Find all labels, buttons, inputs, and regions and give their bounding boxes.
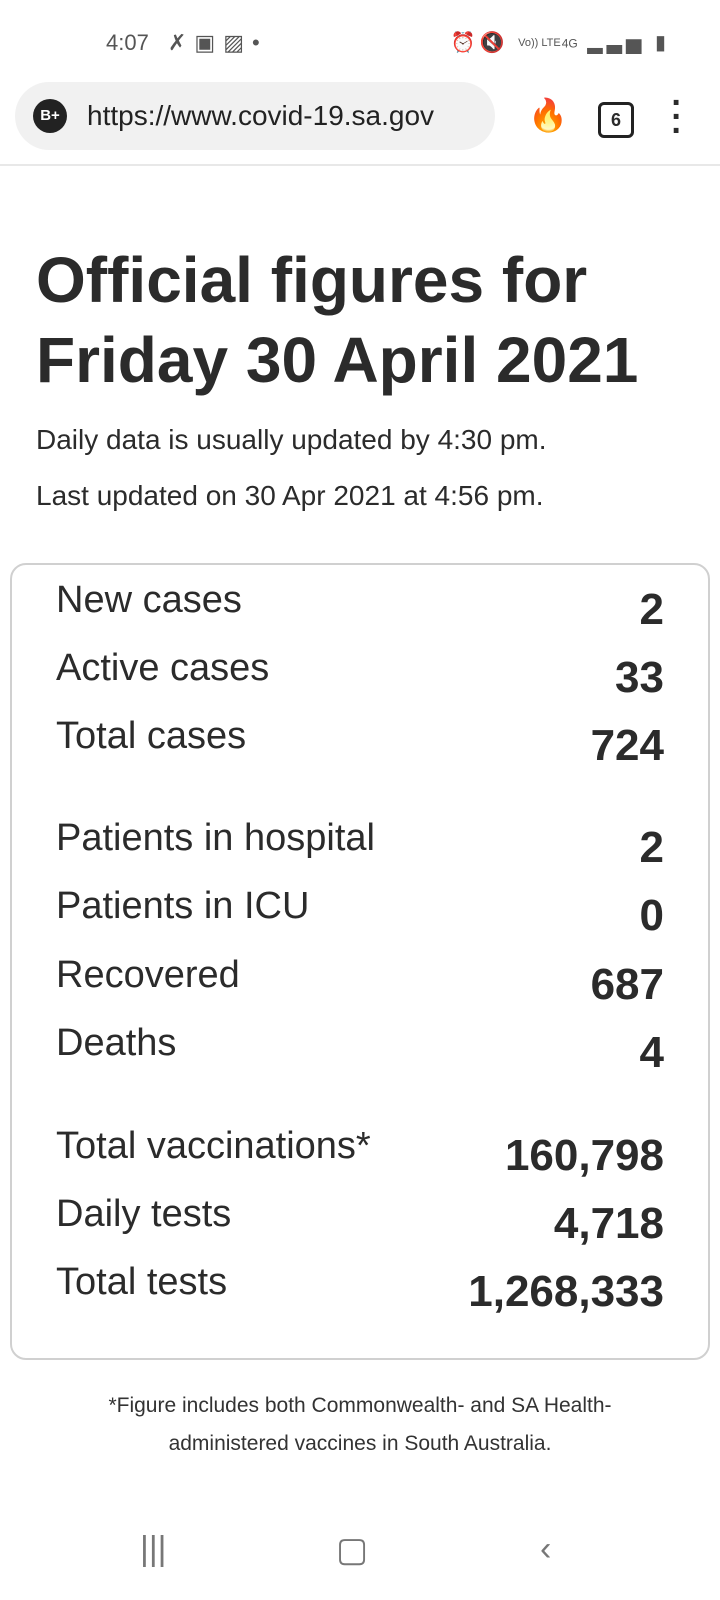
stat-label: Patients in hospital: [56, 817, 375, 859]
notification-icons: ✗▣▨•: [168, 30, 268, 55]
stat-value: 687: [590, 960, 664, 1009]
flame-icon[interactable]: 🔥: [528, 96, 568, 134]
back-button[interactable]: ‹: [540, 1530, 551, 1569]
signal-icon: ▂▃▅: [587, 32, 646, 54]
stat-row: Recovered 687: [56, 954, 664, 1014]
recent-apps-button[interactable]: |||: [140, 1530, 167, 1569]
battery-icon: ▮: [654, 32, 670, 54]
stat-value: 4,718: [553, 1199, 664, 1248]
stat-row: Total cases 724: [56, 715, 664, 775]
more-menu-icon[interactable]: · · ·: [670, 86, 684, 148]
stat-row: Total tests 1,268,333: [56, 1261, 664, 1321]
stat-row: Patients in ICU 0: [56, 885, 664, 945]
stat-value: 1,268,333: [468, 1267, 664, 1316]
4g-icon: 4G: [561, 36, 578, 51]
stat-label: Total tests: [56, 1261, 228, 1303]
divider: [0, 164, 720, 166]
stat-value: 160,798: [504, 1131, 664, 1180]
stat-label: Patients in ICU: [56, 885, 310, 927]
stat-label: New cases: [56, 579, 242, 621]
stat-label: Daily tests: [56, 1193, 232, 1235]
page-title: Official figures for Friday 30 April 202…: [36, 244, 639, 396]
stat-label: Total vaccinations*: [56, 1125, 371, 1167]
stat-label: Active cases: [56, 647, 270, 689]
last-updated: Last updated on 30 Apr 2021 at 4:56 pm.: [36, 480, 544, 511]
stat-value: 2: [639, 585, 664, 634]
mute-icon: 🔇: [479, 32, 509, 54]
stat-row: Daily tests 4,718: [56, 1193, 664, 1253]
stat-value: 724: [590, 721, 664, 770]
stat-label: Recovered: [56, 954, 240, 996]
stat-label: Total cases: [56, 715, 247, 757]
url-text[interactable]: https://www.covid-19.sa.gov: [87, 100, 487, 132]
footnote: *Figure includes both Commonwealth- and …: [108, 1394, 612, 1455]
stat-value: 4: [639, 1028, 664, 1077]
stat-row: Patients in hospital 2: [56, 817, 664, 877]
address-bar[interactable]: B+ https://www.covid-19.sa.gov: [15, 82, 495, 150]
home-button[interactable]: ▢: [336, 1530, 368, 1570]
stat-row: Total vaccinations* 160,798: [56, 1125, 664, 1185]
stat-label: Deaths: [56, 1022, 177, 1064]
stat-row: New cases 2: [56, 579, 664, 639]
browser-logo-icon: B+: [33, 99, 67, 133]
system-icons: ⏰🔇 Vo)) LTE 4G ▂▃▅ ▮: [451, 30, 670, 55]
figures-card: New cases 2 Active cases 33 Total cases 724 Pa…: [10, 563, 710, 1360]
stat-value: 2: [639, 823, 664, 872]
tab-switcher-button[interactable]: 6: [598, 102, 634, 138]
volte-icon: Vo)) LTE: [518, 37, 561, 50]
stat-value: 0: [639, 891, 664, 940]
status-bar: 4:07 ✗▣▨• ⏰🔇 Vo)) LTE 4G ▂▃▅ ▮: [0, 28, 720, 62]
stat-row: Active cases 33: [56, 647, 664, 707]
clock: 4:07: [106, 30, 149, 55]
stat-row: Deaths 4: [56, 1022, 664, 1082]
stat-value: 33: [615, 653, 664, 702]
alarm-icon: ⏰: [450, 32, 480, 54]
update-schedule: Daily data is usually updated by 4:30 pm…: [36, 424, 547, 455]
